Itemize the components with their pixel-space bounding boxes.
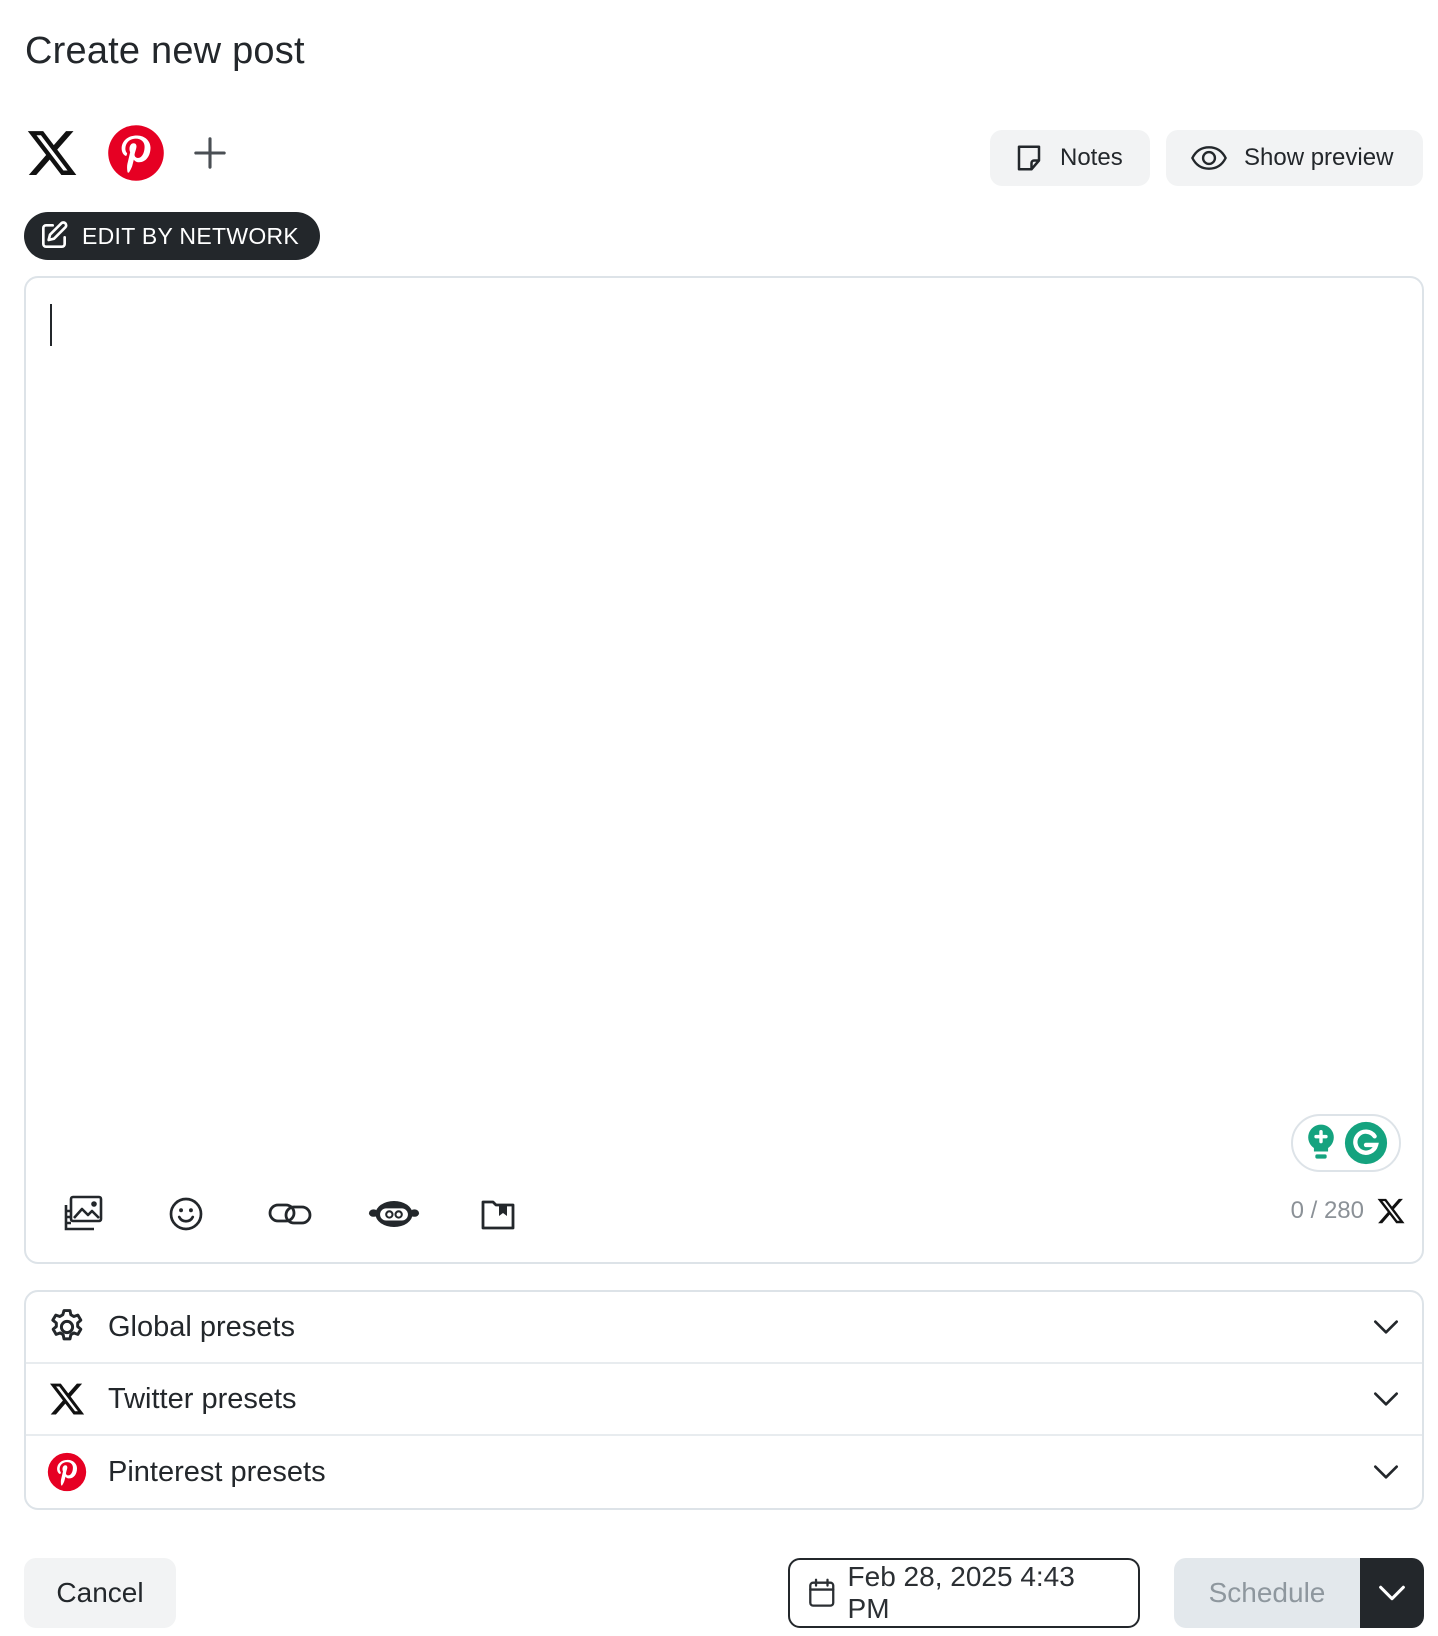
link-button[interactable] (264, 1188, 316, 1240)
x-logo-icon (1377, 1198, 1405, 1224)
cancel-button[interactable]: Cancel (24, 1558, 176, 1628)
grammarly-icon (1344, 1121, 1387, 1165)
twitter-presets-label: Twitter presets (108, 1382, 297, 1415)
note-icon (1017, 145, 1041, 171)
grammarly-widget[interactable] (1291, 1114, 1401, 1172)
character-count: 0 / 280 (1290, 1197, 1364, 1224)
character-counter: 0 / 280 (1291, 1196, 1406, 1226)
plus-icon (194, 137, 226, 169)
pinterest-presets-row[interactable]: Pinterest presets (26, 1436, 1422, 1508)
show-preview-label: Show preview (1244, 144, 1394, 171)
presets-accordion: Global presets Twitter presets Pinterest… (24, 1290, 1424, 1510)
text-caret (50, 304, 52, 346)
schedule-date-picker[interactable]: Feb 28, 2025 4:43 PM (788, 1558, 1140, 1628)
network-pinterest-button[interactable] (107, 124, 165, 182)
network-x-button[interactable] (25, 126, 79, 180)
global-presets-label: Global presets (108, 1310, 295, 1343)
schedule-button[interactable]: Schedule (1174, 1558, 1360, 1628)
chevron-down-icon (1374, 1392, 1398, 1406)
show-preview-button[interactable]: Show preview (1166, 130, 1423, 186)
global-presets-row[interactable]: Global presets (26, 1292, 1422, 1364)
twitter-presets-row[interactable]: Twitter presets (26, 1364, 1422, 1436)
gear-icon (51, 1309, 83, 1341)
network-selector (25, 118, 227, 188)
pinterest-presets-label: Pinterest presets (108, 1455, 326, 1488)
x-logo-icon (49, 1383, 85, 1415)
pinterest-logo-icon (108, 125, 164, 181)
edit-by-network-button[interactable]: EDIT BY NETWORK (24, 212, 320, 260)
schedule-options-button[interactable] (1360, 1558, 1424, 1628)
pinterest-logo-icon (47, 1452, 87, 1492)
editor-toolbar (56, 1188, 576, 1240)
chevron-down-icon (1374, 1320, 1398, 1334)
lightbulb-icon (1307, 1124, 1334, 1159)
schedule-date-value: Feb 28, 2025 4:43 PM (847, 1561, 1075, 1624)
ai-assistant-icon (368, 1201, 420, 1227)
emoji-button[interactable] (160, 1188, 212, 1240)
notes-label: Notes (1060, 144, 1123, 171)
chevron-down-icon (1374, 1465, 1398, 1479)
add-network-button[interactable] (193, 136, 227, 170)
chevron-down-icon (1379, 1585, 1405, 1601)
library-button[interactable] (472, 1188, 524, 1240)
calendar-icon (809, 1578, 835, 1607)
media-icon (64, 1195, 103, 1231)
emoji-icon (169, 1197, 203, 1231)
library-icon (481, 1200, 515, 1230)
post-editor[interactable]: 0 / 280 (24, 276, 1424, 1264)
eye-icon (1191, 146, 1227, 170)
edit-icon (42, 221, 68, 248)
x-logo-icon (27, 131, 77, 175)
edit-by-network-label: EDIT BY NETWORK (82, 222, 300, 249)
add-media-button[interactable] (56, 1188, 108, 1240)
notes-button[interactable]: Notes (990, 130, 1150, 186)
page-title: Create new post (25, 30, 305, 72)
ai-assistant-button[interactable] (368, 1188, 420, 1240)
link-icon (268, 1203, 312, 1225)
